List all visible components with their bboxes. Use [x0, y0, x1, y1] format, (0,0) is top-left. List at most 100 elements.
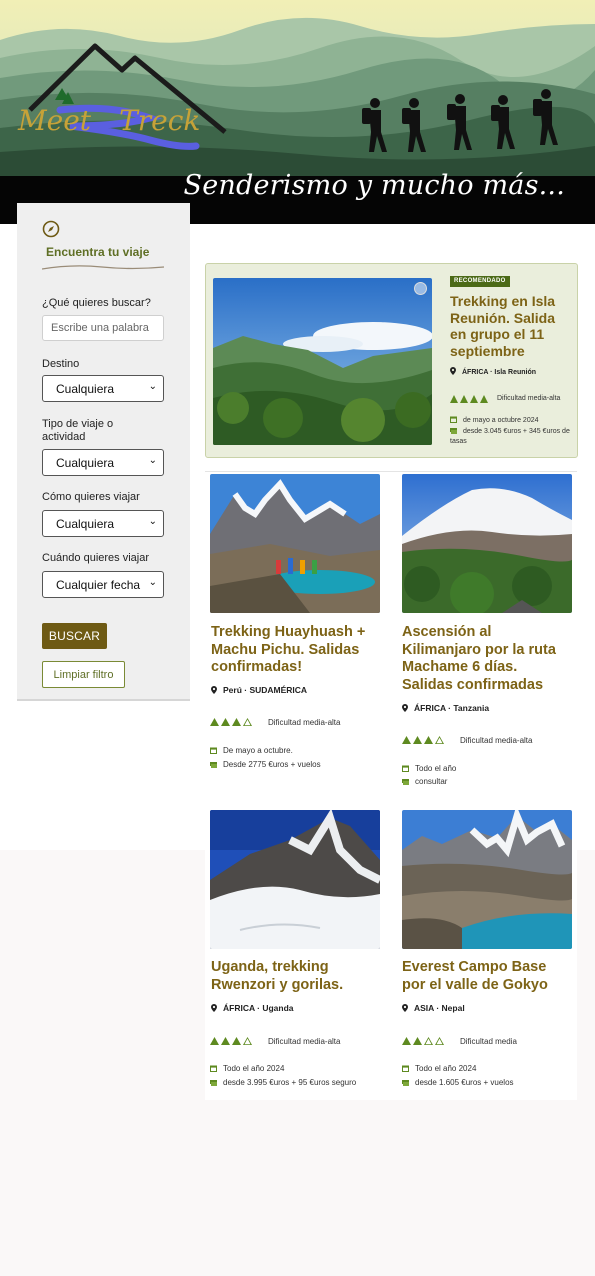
calendar-icon [450, 416, 457, 423]
trip-dates-text: Todo el año 2024 [223, 1064, 285, 1073]
mountain-difficulty-icon [402, 1037, 448, 1047]
chevron-down-icon: ⌄ [148, 381, 157, 392]
trip-price: Desde 2775 €uros + vuelos [210, 760, 321, 770]
featured-location-text: ÁFRICA · Isla Reunión [462, 369, 537, 376]
location-pin-icon [211, 1004, 217, 1012]
trip-price: desde 3.995 €uros + 95 €uros seguro [210, 1078, 356, 1088]
featured-trip-card[interactable]: RECOMENDADO Trekking en Isla Reunión. Sa… [205, 263, 578, 458]
trip-price: desde 1.605 €uros + vuelos [402, 1078, 514, 1088]
cuando-select[interactable]: Cualquier fecha ⌄ [42, 571, 164, 598]
trip-title-everest-gokyo[interactable]: Everest Campo Base por el valle de Gokyo [402, 959, 572, 994]
trip-difficulty: Dificultad media-alta [210, 718, 340, 728]
destino-value: Cualquiera [56, 382, 115, 396]
recommended-badge: RECOMENDADO [450, 276, 510, 287]
como-value: Cualquiera [56, 517, 115, 531]
trip-difficulty-text: Dificultad media-alta [460, 736, 533, 745]
logo-word-2: Treck [119, 104, 201, 137]
calendar-icon [210, 747, 217, 754]
tipo-label: Tipo de viaje o actividad [42, 418, 114, 443]
trip-dates: De mayo a octubre. [210, 746, 293, 756]
divider [205, 471, 577, 472]
mountain-difficulty-icon [210, 718, 256, 728]
mountain-landscape-image [0, 0, 595, 178]
featured-difficulty: Dificultad media-alta [450, 395, 560, 405]
trip-search-sidebar: Encuentra tu viaje ¿Qué quieres buscar? … [17, 203, 190, 701]
trip-difficulty-text: Dificultad media [460, 1037, 517, 1046]
trip-difficulty-text: Dificultad media-alta [268, 1037, 341, 1046]
trip-location: ÁFRICA · Tanzania [402, 703, 489, 713]
search-button[interactable]: BUSCAR [42, 623, 107, 649]
trip-location-text: ÁFRICA · Uganda [223, 1003, 294, 1013]
location-pin-icon [402, 704, 408, 712]
location-pin-icon [211, 686, 217, 694]
logo-word-1: Meet [18, 104, 92, 137]
money-icon [210, 762, 217, 768]
featured-price-text: desde 3.045 €uros + 345 €uros de tasas [450, 428, 570, 445]
site-logo[interactable]: Meet Treck [18, 104, 200, 137]
cuando-label: Cuándo quieres viajar [42, 552, 150, 564]
tipo-select[interactable]: Cualquiera ⌄ [42, 449, 164, 476]
money-icon [402, 1080, 409, 1086]
trip-dates: Todo el año [402, 764, 456, 774]
trip-dates-text: Todo el año 2024 [415, 1064, 477, 1073]
calendar-icon [402, 765, 409, 772]
como-select[interactable]: Cualquiera ⌄ [42, 510, 164, 537]
chevron-down-icon: ⌄ [148, 577, 157, 588]
location-pin-icon [450, 367, 456, 375]
trip-difficulty: Dificultad media-alta [402, 736, 532, 746]
featured-location: ÁFRICA · Isla Reunión [450, 367, 536, 376]
trip-difficulty-text: Dificultad media-alta [268, 718, 341, 727]
money-icon [450, 428, 457, 434]
header-banner [0, 0, 595, 178]
trip-dates: Todo el año 2024 [402, 1064, 476, 1074]
trip-price-text: Desde 2775 €uros + vuelos [223, 760, 321, 769]
calendar-icon [210, 1065, 217, 1072]
trip-dates-text: Todo el año [415, 764, 457, 773]
trip-location-text: ÁFRICA · Tanzania [414, 703, 490, 713]
trip-title-kilimanjaro[interactable]: Ascensión al Kilimanjaro por la ruta Mac… [402, 624, 572, 694]
destino-label: Destino [42, 358, 80, 370]
featured-price: desde 3.045 €uros + 345 €uros de tasas [450, 427, 570, 447]
trip-price: consultar [402, 777, 447, 787]
destino-select[interactable]: Cualquiera ⌄ [42, 375, 164, 402]
trip-title-uganda[interactable]: Uganda, trekking Rwenzori y gorilas. [211, 959, 381, 994]
tagline: Senderismo y mucho más... [183, 170, 565, 201]
trip-image-uganda[interactable] [210, 810, 380, 949]
como-label: Cómo quieres viajar [42, 491, 140, 503]
tipo-value: Cualquiera [56, 456, 115, 470]
trip-location-text: Perú · SUDAMÉRICA [223, 685, 308, 695]
trip-price-text: desde 1.605 €uros + vuelos [415, 1078, 514, 1087]
mountain-difficulty-icon [450, 395, 490, 405]
money-icon [210, 1080, 217, 1086]
trip-location-text: ASIA · Nepal [414, 1003, 465, 1013]
trip-title-huayhuash[interactable]: Trekking Huayhuash + Machu Pichu. Salida… [211, 624, 381, 677]
heart-icon[interactable] [414, 282, 427, 295]
trip-location: Perú · SUDAMÉRICA [211, 685, 307, 695]
trip-difficulty: Dificultad media-alta [210, 1037, 340, 1047]
featured-trip-title[interactable]: Trekking en Isla Reunión. Salida en grup… [450, 293, 572, 359]
featured-dates: de mayo a octubre 2024 [450, 416, 539, 426]
trip-image-huayhuash[interactable] [210, 474, 380, 613]
clear-filter-button[interactable]: Limpiar filtro [42, 661, 125, 688]
cuando-value: Cualquier fecha [56, 578, 141, 592]
search-label: ¿Qué quieres buscar? [42, 297, 151, 309]
trip-dates: Todo el año 2024 [210, 1064, 284, 1074]
sidebar-title: Encuentra tu viaje [46, 245, 150, 259]
trip-image-kilimanjaro[interactable] [402, 474, 572, 613]
trip-price-text: desde 3.995 €uros + 95 €uros seguro [223, 1078, 357, 1087]
trip-location: ÁFRICA · Uganda [211, 1003, 294, 1013]
search-input[interactable] [42, 315, 164, 341]
mountain-difficulty-icon [402, 736, 448, 746]
featured-difficulty-text: Dificultad media-alta [497, 395, 561, 402]
compass-icon [42, 220, 60, 238]
trip-dates-text: De mayo a octubre. [223, 746, 293, 755]
chevron-down-icon: ⌄ [148, 455, 157, 466]
trip-price-text: consultar [415, 777, 448, 786]
calendar-icon [402, 1065, 409, 1072]
trip-image-everest-gokyo[interactable] [402, 810, 572, 949]
featured-dates-text: de mayo a octubre 2024 [463, 417, 539, 424]
mountain-difficulty-icon [210, 1037, 256, 1047]
featured-trip-image[interactable] [213, 278, 432, 445]
trip-location: ASIA · Nepal [402, 1003, 465, 1013]
location-pin-icon [402, 1004, 408, 1012]
